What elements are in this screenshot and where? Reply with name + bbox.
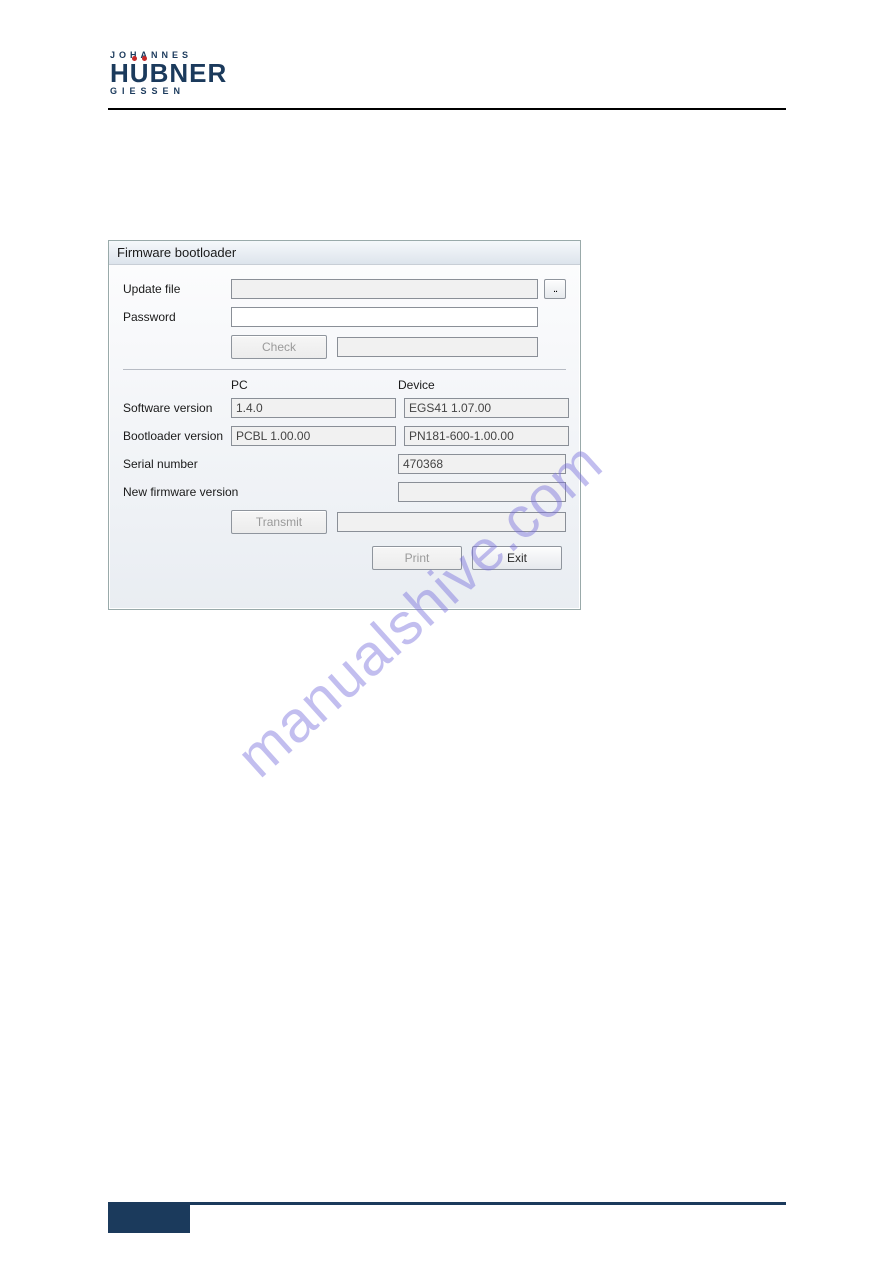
print-button[interactable]: Print	[372, 546, 462, 570]
brand-logo: JOHANNES HUBNER GIESSEN	[110, 50, 285, 96]
logo-main-text: HUBNER	[110, 62, 285, 85]
logo-letter: H	[110, 58, 130, 88]
software-version-label: Software version	[123, 401, 231, 415]
header-divider	[108, 108, 786, 110]
new-firmware-version-field	[398, 482, 566, 502]
password-label: Password	[123, 310, 231, 324]
device-software-version-field	[404, 398, 569, 418]
new-firmware-version-label: New firmware version	[123, 485, 251, 499]
check-button[interactable]: Check	[231, 335, 327, 359]
transmit-status-field	[337, 512, 566, 532]
serial-number-field	[398, 454, 566, 474]
pc-column-header: PC	[231, 378, 390, 392]
pc-bootloader-version-field	[231, 426, 396, 446]
logo-letter-u: U	[130, 62, 150, 85]
firmware-bootloader-dialog: Firmware bootloader Update file .. Passw…	[108, 240, 581, 610]
device-column-header: Device	[398, 378, 557, 392]
section-divider	[123, 369, 566, 370]
update-file-field	[231, 279, 538, 299]
footer-divider	[108, 1202, 786, 1205]
check-status-field	[337, 337, 538, 357]
exit-button[interactable]: Exit	[472, 546, 562, 570]
dialog-title: Firmware bootloader	[109, 241, 580, 265]
footer-block	[108, 1205, 190, 1233]
serial-number-label: Serial number	[123, 457, 231, 471]
password-field[interactable]	[231, 307, 538, 327]
logo-letter: BNER	[150, 58, 228, 88]
bootloader-version-label: Bootloader version	[123, 429, 231, 443]
device-bootloader-version-field	[404, 426, 569, 446]
version-columns-header: PC Device	[123, 378, 566, 392]
browse-button[interactable]: ..	[544, 279, 566, 299]
pc-software-version-field	[231, 398, 396, 418]
update-file-label: Update file	[123, 282, 231, 296]
transmit-button[interactable]: Transmit	[231, 510, 327, 534]
